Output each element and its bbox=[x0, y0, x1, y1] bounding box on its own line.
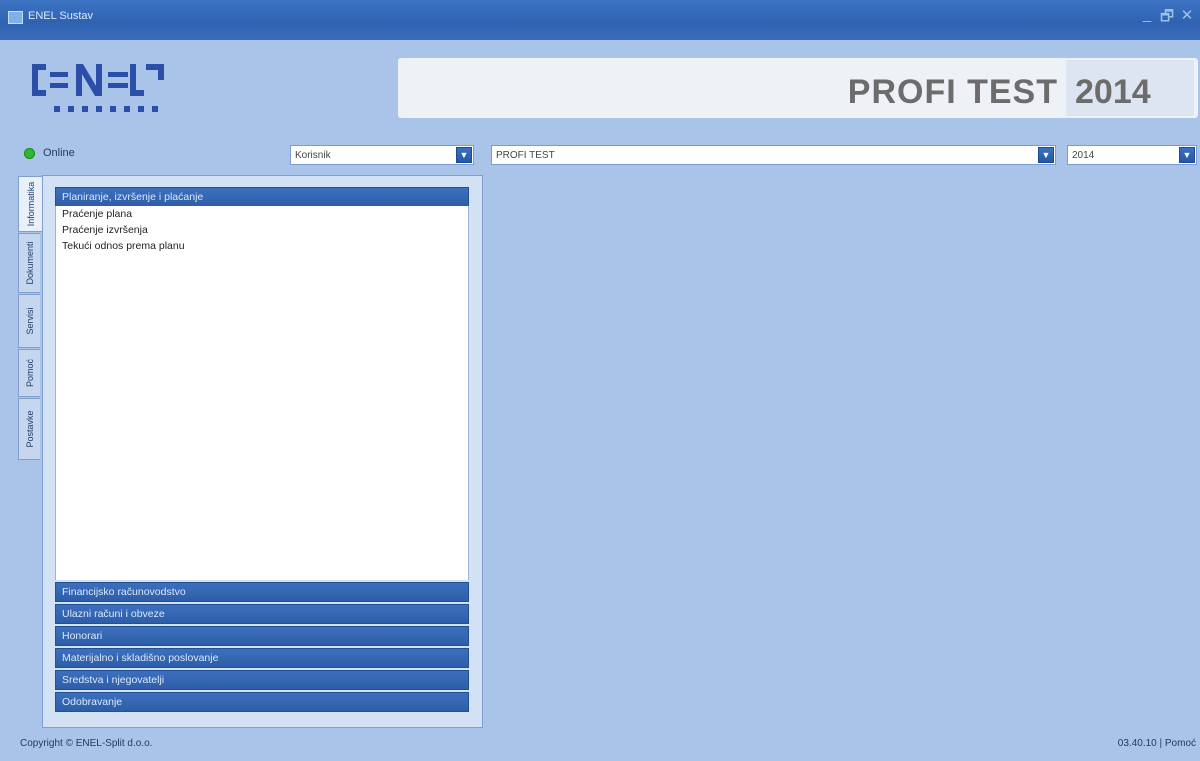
accordion-header[interactable]: Sredstva i njegovatelji bbox=[55, 670, 469, 690]
status-label: Online bbox=[43, 147, 75, 159]
chevron-down-icon[interactable]: ▼ bbox=[456, 147, 472, 163]
minimize-icon[interactable]: _ bbox=[1140, 6, 1154, 31]
navigation-panel: Planiranje, izvršenje i plaćanje Praćenj… bbox=[42, 175, 483, 728]
vertical-tabs: Informatika Dokumenti Servisi Pomoć Post… bbox=[18, 176, 42, 461]
window-titlebar: ENEL Sustav _ 🗗 ✕ bbox=[0, 0, 1200, 40]
copyright-text: Copyright © ENEL-Split d.o.o. bbox=[20, 738, 153, 749]
company-combo-input[interactable] bbox=[492, 146, 1033, 164]
accordion-body: Praćenje plana Praćenje izvršenja Tekući… bbox=[55, 206, 469, 580]
accordion-header[interactable]: Honorari bbox=[55, 626, 469, 646]
tab-pomoc[interactable]: Pomoć bbox=[18, 349, 40, 397]
window-title: ENEL Sustav bbox=[28, 10, 94, 22]
chevron-down-icon[interactable]: ▼ bbox=[1038, 147, 1054, 163]
restore-icon[interactable]: 🗗 bbox=[1160, 6, 1174, 31]
user-combo[interactable]: ▼ bbox=[290, 145, 474, 165]
enel-logo bbox=[32, 64, 164, 112]
accordion-header[interactable]: Financijsko računovodstvo bbox=[55, 582, 469, 602]
footer-status[interactable]: 03.40.10 | Pomoć bbox=[1118, 738, 1196, 749]
connection-status: Online bbox=[24, 147, 75, 159]
year-combo[interactable]: ▼ bbox=[1067, 145, 1197, 165]
menu-item[interactable]: Praćenje plana bbox=[56, 206, 468, 222]
brand-name: PROFI TEST bbox=[847, 73, 1058, 111]
accordion-header[interactable]: Materijalno i skladišno poslovanje bbox=[55, 648, 469, 668]
online-indicator-icon bbox=[24, 147, 35, 159]
tab-postavke[interactable]: Postavke bbox=[18, 398, 40, 460]
chevron-down-icon[interactable]: ▼ bbox=[1179, 147, 1195, 163]
company-combo[interactable]: ▼ bbox=[491, 145, 1056, 165]
close-icon[interactable]: ✕ bbox=[1180, 6, 1194, 31]
accordion-header[interactable]: Odobravanje bbox=[55, 692, 469, 712]
app-icon bbox=[8, 11, 23, 24]
tab-informatika[interactable]: Informatika bbox=[18, 176, 42, 232]
tab-servisi[interactable]: Servisi bbox=[18, 294, 40, 348]
tab-dokumenti[interactable]: Dokumenti bbox=[18, 233, 40, 293]
user-combo-input[interactable] bbox=[291, 146, 451, 164]
menu-item[interactable]: Tekući odnos prema planu bbox=[56, 238, 468, 254]
menu-item[interactable]: Praćenje izvršenja bbox=[56, 222, 468, 238]
brand-year: 2014 bbox=[1075, 73, 1151, 111]
window-controls: _ 🗗 ✕ bbox=[1140, 6, 1194, 31]
year-combo-input[interactable] bbox=[1068, 146, 1174, 164]
accordion-header[interactable]: Ulazni računi i obveze bbox=[55, 604, 469, 624]
accordion-header-open[interactable]: Planiranje, izvršenje i plaćanje bbox=[55, 187, 469, 207]
